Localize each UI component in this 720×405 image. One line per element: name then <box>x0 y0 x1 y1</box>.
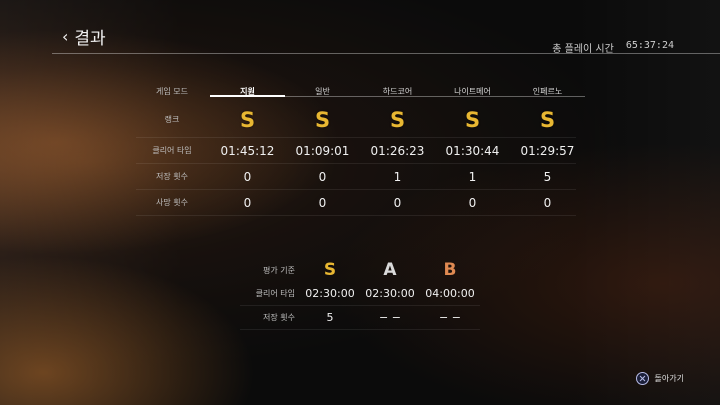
criteria-header-row: 평가 기준 S A B <box>240 258 480 282</box>
clear-time-value: 01:45:12 <box>220 143 275 158</box>
grade-b: B <box>443 260 457 280</box>
mode-row: 게임 모드 지원 일반 하드코어 나이트메어 인페르노 <box>136 80 585 102</box>
rank-value: S <box>464 107 481 132</box>
criteria-clear-time-label: 클리어 타임 <box>255 289 295 298</box>
mode-tab-indicator <box>210 95 285 97</box>
saves-value: 1 <box>393 169 402 184</box>
mode-row-label: 게임 모드 <box>156 86 188 96</box>
tab-mode-0[interactable]: 지원 <box>210 80 285 102</box>
rank-row: 랭크 S S S S S <box>136 102 576 138</box>
rank-value: S <box>539 107 556 132</box>
criteria-saves-value: − − <box>379 311 401 324</box>
criteria-saves-value: − − <box>439 311 461 324</box>
grade-s: S <box>323 260 337 280</box>
criteria-clear-time-row: 클리어 타임 02:30:00 02:30:00 04:00:00 <box>240 282 480 306</box>
saves-row: 저장 횟수 0 0 1 1 5 <box>136 164 576 190</box>
clear-time-row: 클리어 타임 01:45:12 01:09:01 01:26:23 01:30:… <box>136 138 576 164</box>
criteria-clear-time-value: 02:30:00 <box>305 287 355 300</box>
tab-mode-3[interactable]: 나이트메어 <box>435 80 510 102</box>
deaths-value: 0 <box>243 195 252 210</box>
header: ‹ 결과 총 플레이 시간 65:37:24 <box>0 0 720 60</box>
clear-time-row-label: 클리어 타임 <box>152 146 192 155</box>
tab-mode-2[interactable]: 하드코어 <box>360 80 435 102</box>
tab-mode-1[interactable]: 일반 <box>285 80 360 102</box>
chevron-left-icon: ‹ <box>62 27 69 46</box>
rank-value: S <box>239 107 256 132</box>
results-table: 게임 모드 지원 일반 하드코어 나이트메어 인페르노 랭크 S S S S S… <box>136 80 585 216</box>
tab-mode-4[interactable]: 인페르노 <box>510 80 585 102</box>
page-title: 결과 <box>74 29 106 49</box>
criteria-table: 평가 기준 S A B 클리어 타임 02:30:00 02:30:00 04:… <box>240 258 480 330</box>
back-button[interactable]: ‹ 결과 <box>62 24 106 49</box>
deaths-row-label: 사망 횟수 <box>156 198 188 207</box>
deaths-value: 0 <box>393 195 402 210</box>
header-divider <box>52 53 720 54</box>
criteria-saves-row: 저장 횟수 5 − − − − <box>240 306 480 330</box>
criteria-title: 평가 기준 <box>263 265 295 275</box>
saves-value: 0 <box>318 169 327 184</box>
deaths-row: 사망 횟수 0 0 0 0 0 <box>136 190 576 216</box>
footer-back-label: 돌아가기 <box>654 374 684 383</box>
deaths-value: 0 <box>543 195 552 210</box>
footer-back-button[interactable]: 돌아가기 <box>635 372 684 385</box>
rank-value: S <box>314 107 331 132</box>
saves-value: 1 <box>468 169 477 184</box>
grade-a: A <box>383 260 397 280</box>
clear-time-value: 01:09:01 <box>295 143 350 158</box>
clear-time-value: 01:29:57 <box>520 143 575 158</box>
clear-time-value: 01:30:44 <box>445 143 500 158</box>
rank-value: S <box>389 107 406 132</box>
cross-button-icon <box>635 372 649 385</box>
deaths-value: 0 <box>318 195 327 210</box>
saves-value: 5 <box>543 169 552 184</box>
clear-time-value: 01:26:23 <box>370 143 425 158</box>
saves-value: 0 <box>243 169 252 184</box>
criteria-saves-label: 저장 횟수 <box>263 313 295 322</box>
criteria-clear-time-value: 04:00:00 <box>425 287 475 300</box>
deaths-value: 0 <box>468 195 477 210</box>
criteria-saves-value: 5 <box>326 311 334 324</box>
rank-row-label: 랭크 <box>164 115 180 124</box>
criteria-clear-time-value: 02:30:00 <box>365 287 415 300</box>
saves-row-label: 저장 횟수 <box>156 172 188 181</box>
